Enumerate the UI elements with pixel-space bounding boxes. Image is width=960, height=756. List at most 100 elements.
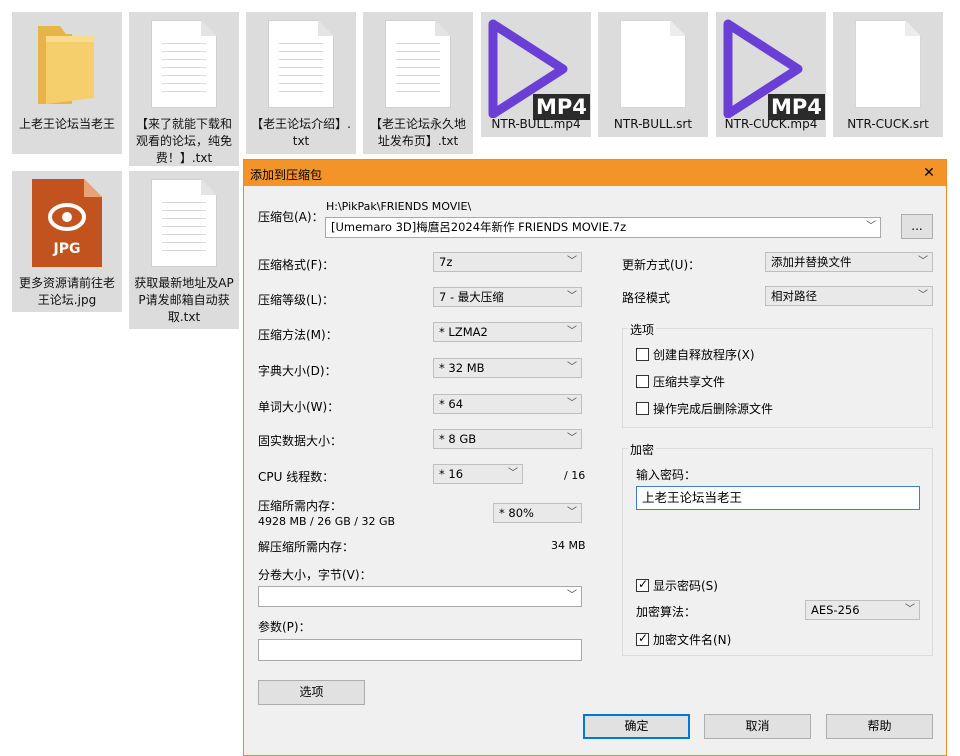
chevron-down-icon: ﹀ — [567, 362, 577, 373]
encryption-method-select[interactable]: AES-256 ﹀ — [805, 600, 920, 620]
chevron-down-icon: ﹀ — [567, 433, 577, 444]
ok-button[interactable]: 确定 — [583, 714, 690, 739]
method-value: * LZMA2 — [439, 325, 488, 339]
help-button[interactable]: 帮助 — [826, 714, 933, 739]
file-image[interactable]: JPG 更多资源请前往老王论坛.jpg — [12, 171, 122, 312]
blank-file-icon — [598, 18, 708, 116]
encryption-group-title: 加密 — [628, 441, 657, 458]
word-value: * 64 — [439, 397, 464, 411]
jpg-badge: JPG — [53, 241, 81, 257]
file-folder[interactable]: 上老王论坛当老王 — [12, 12, 122, 154]
cancel-button[interactable]: 取消 — [704, 714, 811, 739]
file-text[interactable]: 【老王论坛介绍】.txt — [246, 12, 356, 154]
file-name: 【老王论坛永久地址发布页】.txt — [369, 117, 466, 148]
solid-select[interactable]: * 8 GB ﹀ — [433, 429, 582, 449]
params-label: 参数(P)： — [258, 620, 311, 634]
params-input[interactable] — [258, 639, 582, 661]
shared-files-label: 压缩共享文件 — [653, 375, 726, 389]
update-mode-select[interactable]: 添加并替换文件 ﹀ — [765, 252, 933, 272]
dict-select[interactable]: * 32 MB ﹀ — [433, 358, 582, 378]
dialog-title: 添加到压缩包 — [250, 168, 323, 182]
delete-after-checkbox[interactable]: 操作完成后删除源文件 — [636, 400, 773, 417]
file-name: NTR-CUCK.srt — [847, 117, 929, 131]
method-label: 压缩方法(M)： — [258, 328, 338, 342]
memory-usage-select[interactable]: * 80% ﹀ — [493, 503, 582, 523]
format-value: 7z — [439, 255, 453, 269]
text-file-icon — [363, 18, 473, 116]
shared-files-checkbox[interactable]: 压缩共享文件 — [636, 373, 725, 390]
checkbox-box-checked — [636, 577, 649, 592]
delete-after-label: 操作完成后删除源文件 — [653, 402, 774, 416]
memory-label: 压缩所需内存： — [258, 499, 343, 513]
file-video[interactable]: MP4 NTR-BULL.mp4 — [481, 12, 591, 137]
browse-button[interactable]: ... — [901, 214, 933, 239]
encryption-method-value: AES-256 — [811, 603, 860, 617]
options-button[interactable]: 选项 — [258, 680, 365, 705]
checkbox-box-checked — [636, 631, 649, 646]
word-label: 单词大小(W)： — [258, 400, 340, 414]
path-mode-value: 相对路径 — [771, 289, 817, 303]
file-subtitle[interactable]: NTR-BULL.srt — [598, 12, 708, 137]
options-group-title: 选项 — [628, 321, 657, 338]
password-label: 输入密码： — [636, 468, 697, 482]
file-text[interactable]: 【来了就能下载和观看的论坛，纯免费！】.txt — [129, 12, 239, 166]
encrypt-names-checkbox[interactable]: 加密文件名(N) — [636, 631, 731, 648]
file-name: 获取最新地址及APP请发邮箱自动获取.txt — [134, 276, 234, 324]
file-name: NTR-CUCK.mp4 — [724, 117, 818, 131]
level-select[interactable]: 7 - 最大压缩 ﹀ — [433, 287, 582, 307]
file-name: 更多资源请前往老王论坛.jpg — [18, 276, 115, 307]
file-text[interactable]: 获取最新地址及APP请发邮箱自动获取.txt — [129, 171, 239, 329]
sfx-checkbox[interactable]: 创建自释放程序(X) — [636, 346, 755, 363]
format-label: 压缩格式(F)： — [258, 258, 335, 272]
file-video[interactable]: MP4 NTR-CUCK.mp4 — [716, 12, 826, 137]
archive-name-combobox[interactable]: [Umemaro 3D]梅麿呂2024年新作 FRIENDS MOVIE.7z … — [325, 217, 881, 238]
file-text[interactable]: 【老王论坛永久地址发布页】.txt — [363, 12, 473, 154]
format-select[interactable]: 7z ﹀ — [433, 252, 582, 272]
chevron-down-icon: ﹀ — [918, 290, 928, 301]
text-file-icon — [129, 18, 239, 116]
password-input[interactable]: 上老王论坛当老王 — [636, 486, 920, 510]
level-label: 压缩等级(L)： — [258, 293, 335, 307]
solid-label: 固实数据大小： — [258, 434, 343, 448]
checkbox-box — [636, 375, 649, 388]
file-name: NTR-BULL.srt — [613, 117, 693, 131]
close-icon[interactable]: ✕ — [918, 162, 940, 184]
volume-size-combobox[interactable]: ﹀ — [258, 586, 582, 607]
show-password-label: 显示密码(S) — [653, 579, 718, 593]
archive-label: 压缩包(A)： — [258, 210, 324, 224]
path-mode-select[interactable]: 相对路径 ﹀ — [765, 286, 933, 306]
file-name: 【来了就能下载和观看的论坛，纯免费！】.txt — [135, 117, 232, 165]
word-select[interactable]: * 64 ﹀ — [433, 394, 582, 414]
threads-select[interactable]: * 16 ﹀ — [433, 464, 523, 484]
file-name: 上老王论坛当老王 — [18, 117, 115, 131]
add-to-archive-dialog: 添加到压缩包 ✕ 压缩包(A)： H:\PikPak\FRIENDS MOVIE… — [243, 159, 947, 756]
decompress-memory-value: 34 MB — [551, 539, 586, 552]
level-value: 7 - 最大压缩 — [439, 290, 504, 304]
archive-name-value: [Umemaro 3D]梅麿呂2024年新作 FRIENDS MOVIE.7z — [331, 220, 627, 234]
folder-icon — [12, 18, 122, 116]
update-mode-value: 添加并替换文件 — [771, 255, 852, 269]
decompress-memory-label: 解压缩所需内存： — [258, 540, 355, 554]
file-subtitle[interactable]: NTR-CUCK.srt — [833, 12, 943, 137]
blank-file-icon — [833, 18, 943, 116]
chevron-down-icon: ﹀ — [918, 256, 928, 267]
checkbox-box — [636, 348, 649, 361]
dict-value: * 32 MB — [439, 361, 485, 375]
sfx-label: 创建自释放程序(X) — [653, 348, 755, 362]
archive-path: H:\PikPak\FRIENDS MOVIE\ — [326, 200, 472, 213]
update-mode-label: 更新方式(U)： — [622, 258, 701, 272]
solid-value: * 8 GB — [439, 432, 477, 446]
threads-total: / 16 — [564, 469, 586, 482]
show-password-checkbox[interactable]: 显示密码(S) — [636, 577, 718, 594]
text-file-icon — [246, 18, 356, 116]
method-select[interactable]: * LZMA2 ﹀ — [433, 322, 582, 342]
chevron-down-icon: ﹀ — [567, 326, 577, 337]
dialog-titlebar: 添加到压缩包 ✕ — [244, 160, 946, 186]
threads-label: CPU 线程数： — [258, 470, 335, 484]
video-play-icon: MP4 — [716, 18, 826, 120]
text-file-icon — [129, 177, 239, 275]
chevron-down-icon: ﹀ — [567, 590, 577, 601]
memory-detail: 4928 MB / 26 GB / 32 GB — [258, 515, 396, 528]
chevron-down-icon: ﹀ — [866, 221, 876, 232]
dict-label: 字典大小(D)： — [258, 364, 337, 378]
